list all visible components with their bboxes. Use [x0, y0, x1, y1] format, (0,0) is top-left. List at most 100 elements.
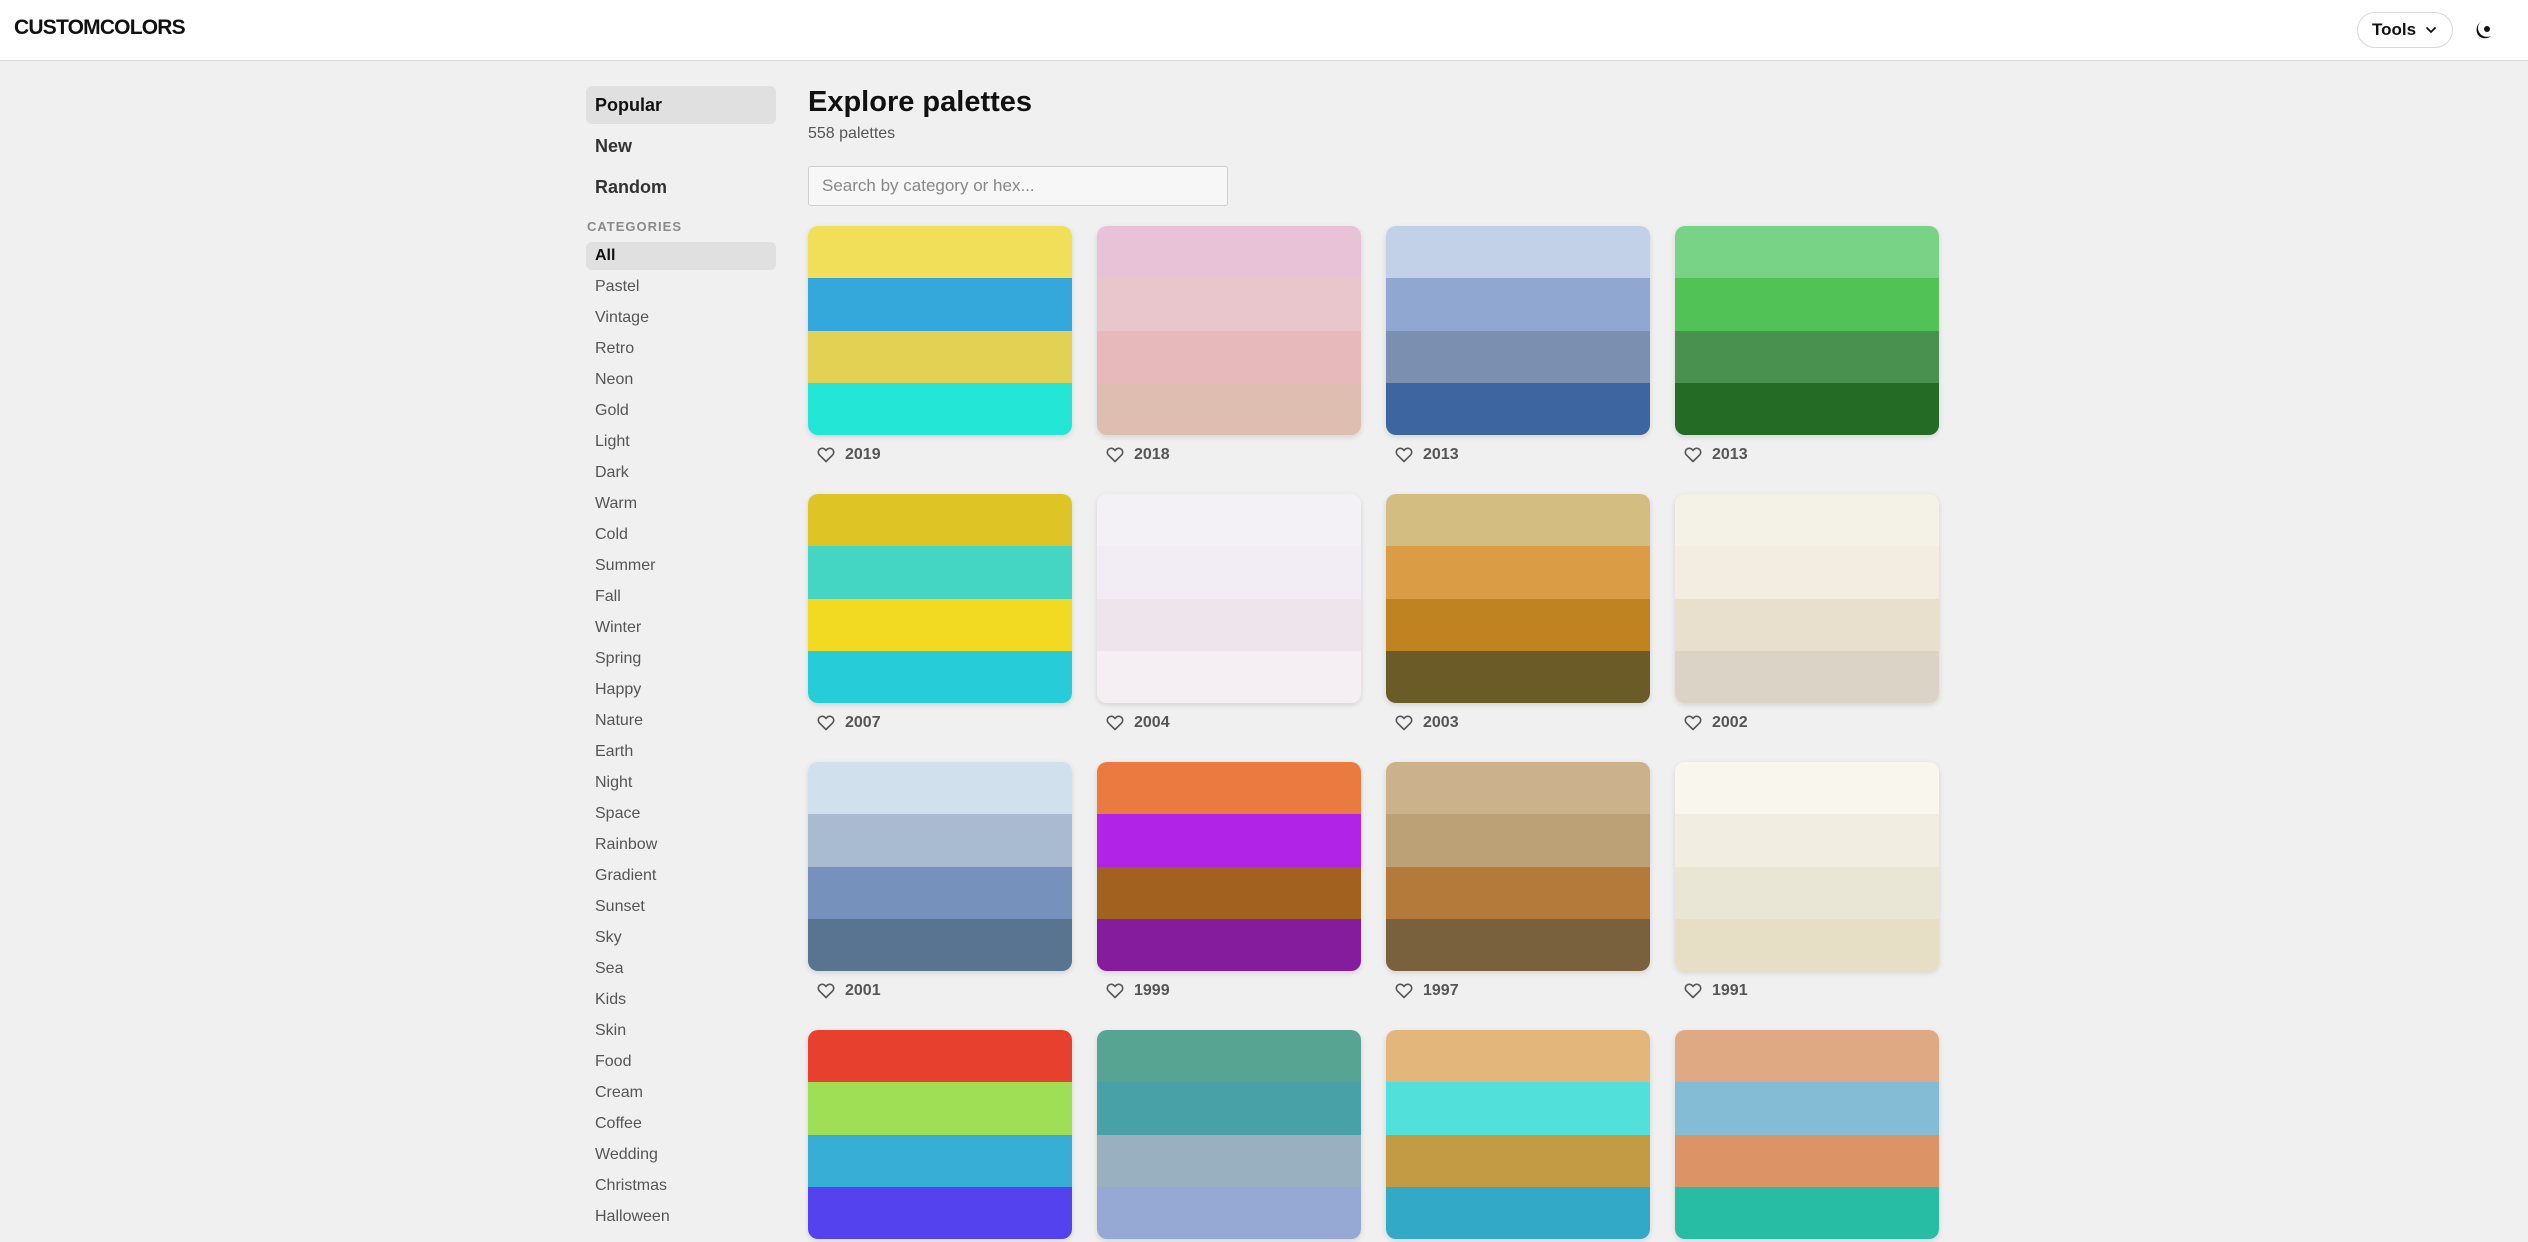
color-band[interactable]: [1675, 226, 1939, 279]
heart-icon[interactable]: [1394, 713, 1414, 733]
palette-card[interactable]: 2002: [1675, 494, 1939, 735]
category-winter[interactable]: Winter: [586, 614, 776, 642]
color-band[interactable]: [1386, 494, 1650, 547]
palette-swatch[interactable]: [1097, 226, 1361, 435]
palette-swatch[interactable]: [1386, 494, 1650, 703]
category-retro[interactable]: Retro: [586, 335, 776, 363]
palette-swatch[interactable]: [1386, 762, 1650, 971]
category-warm[interactable]: Warm: [586, 490, 776, 518]
color-band[interactable]: [1386, 918, 1650, 971]
color-band[interactable]: [1097, 866, 1361, 919]
heart-icon[interactable]: [816, 981, 836, 1001]
palette-card[interactable]: [1097, 1030, 1361, 1239]
color-band[interactable]: [1097, 1030, 1361, 1083]
category-happy[interactable]: Happy: [586, 676, 776, 704]
color-band[interactable]: [808, 918, 1072, 971]
category-all[interactable]: All: [586, 242, 776, 270]
color-band[interactable]: [1097, 814, 1361, 867]
category-cold[interactable]: Cold: [586, 521, 776, 549]
palette-swatch[interactable]: [1097, 1030, 1361, 1239]
color-band[interactable]: [1675, 598, 1939, 651]
color-band[interactable]: [1097, 1186, 1361, 1239]
palette-swatch[interactable]: [1675, 226, 1939, 435]
category-christmas[interactable]: Christmas: [586, 1172, 776, 1200]
category-cream[interactable]: Cream: [586, 1079, 776, 1107]
category-kids[interactable]: Kids: [586, 986, 776, 1014]
color-band[interactable]: [1097, 1134, 1361, 1187]
category-coffee[interactable]: Coffee: [586, 1110, 776, 1138]
category-space[interactable]: Space: [586, 800, 776, 828]
color-band[interactable]: [1386, 814, 1650, 867]
color-band[interactable]: [1675, 762, 1939, 815]
color-band[interactable]: [808, 546, 1072, 599]
color-band[interactable]: [1386, 1082, 1650, 1135]
category-gold[interactable]: Gold: [586, 397, 776, 425]
palette-swatch[interactable]: [1675, 762, 1939, 971]
color-band[interactable]: [1386, 382, 1650, 435]
color-band[interactable]: [1386, 278, 1650, 331]
category-dark[interactable]: Dark: [586, 459, 776, 487]
palette-card[interactable]: 2018: [1097, 226, 1361, 467]
palette-card[interactable]: 2003: [1386, 494, 1650, 735]
color-band[interactable]: [1386, 598, 1650, 651]
palette-card[interactable]: 2001: [808, 762, 1072, 1003]
heart-icon[interactable]: [1394, 981, 1414, 1001]
heart-icon[interactable]: [1105, 981, 1125, 1001]
theme-toggle-button[interactable]: [2470, 16, 2498, 44]
category-spring[interactable]: Spring: [586, 645, 776, 673]
color-band[interactable]: [1097, 598, 1361, 651]
color-band[interactable]: [808, 762, 1072, 815]
category-light[interactable]: Light: [586, 428, 776, 456]
sidebar-nav-new[interactable]: New: [586, 127, 776, 165]
color-band[interactable]: [1675, 494, 1939, 547]
heart-icon[interactable]: [816, 445, 836, 465]
category-nature[interactable]: Nature: [586, 707, 776, 735]
category-sunset[interactable]: Sunset: [586, 893, 776, 921]
palette-swatch[interactable]: [1386, 226, 1650, 435]
palette-card[interactable]: 2004: [1097, 494, 1361, 735]
category-earth[interactable]: Earth: [586, 738, 776, 766]
palette-card[interactable]: [1386, 1030, 1650, 1239]
heart-icon[interactable]: [1683, 713, 1703, 733]
tools-dropdown-button[interactable]: Tools: [2357, 12, 2453, 48]
heart-icon[interactable]: [1394, 445, 1414, 465]
palette-card[interactable]: 2019: [808, 226, 1072, 467]
sidebar-nav-popular[interactable]: Popular: [586, 86, 776, 124]
color-band[interactable]: [808, 866, 1072, 919]
color-band[interactable]: [1675, 278, 1939, 331]
palette-swatch[interactable]: [1675, 494, 1939, 703]
category-gradient[interactable]: Gradient: [586, 862, 776, 890]
color-band[interactable]: [1097, 1082, 1361, 1135]
color-band[interactable]: [1386, 546, 1650, 599]
palette-card[interactable]: 2013: [1675, 226, 1939, 467]
heart-icon[interactable]: [1105, 713, 1125, 733]
color-band[interactable]: [1675, 546, 1939, 599]
color-band[interactable]: [1675, 330, 1939, 383]
color-band[interactable]: [808, 1082, 1072, 1135]
color-band[interactable]: [1386, 650, 1650, 703]
color-band[interactable]: [1675, 866, 1939, 919]
palette-card[interactable]: 1991: [1675, 762, 1939, 1003]
color-band[interactable]: [1675, 650, 1939, 703]
color-band[interactable]: [1386, 1134, 1650, 1187]
color-band[interactable]: [1386, 330, 1650, 383]
color-band[interactable]: [1386, 866, 1650, 919]
logo[interactable]: CUSTOMCOLORS: [14, 16, 186, 40]
color-band[interactable]: [1097, 762, 1361, 815]
palette-swatch[interactable]: [808, 226, 1072, 435]
color-band[interactable]: [808, 1030, 1072, 1083]
category-skin[interactable]: Skin: [586, 1017, 776, 1045]
palette-swatch[interactable]: [808, 1030, 1072, 1239]
palette-swatch[interactable]: [1097, 494, 1361, 703]
color-band[interactable]: [808, 1186, 1072, 1239]
category-sea[interactable]: Sea: [586, 955, 776, 983]
color-band[interactable]: [1675, 1134, 1939, 1187]
color-band[interactable]: [1097, 226, 1361, 279]
category-rainbow[interactable]: Rainbow: [586, 831, 776, 859]
color-band[interactable]: [1675, 382, 1939, 435]
palette-card[interactable]: [808, 1030, 1072, 1239]
palette-card[interactable]: 1999: [1097, 762, 1361, 1003]
color-band[interactable]: [1097, 494, 1361, 547]
color-band[interactable]: [1097, 918, 1361, 971]
palette-card[interactable]: [1675, 1030, 1939, 1239]
